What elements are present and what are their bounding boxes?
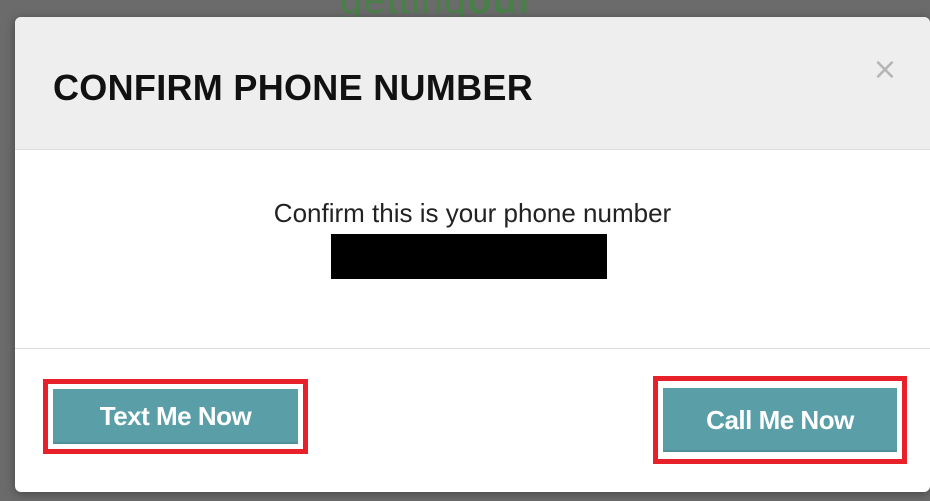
text-me-now-button[interactable]: Text Me Now [53,389,298,444]
modal-title: CONFIRM PHONE NUMBER [53,67,533,108]
background-fragment [2,392,12,412]
call-me-now-button[interactable]: Call Me Now [663,388,897,452]
phone-number-redacted [331,234,607,279]
confirm-phone-modal: CONFIRM PHONE NUMBER × Confirm this is y… [15,17,930,492]
confirm-prompt: Confirm this is your phone number [273,198,672,228]
modal-header: CONFIRM PHONE NUMBER × [15,17,930,150]
close-icon[interactable]: × [870,55,900,85]
modal-body: Confirm this is your phone number [15,150,930,348]
modal-footer: Text Me Now Call Me Now [15,349,930,492]
background-fragment [2,282,12,302]
